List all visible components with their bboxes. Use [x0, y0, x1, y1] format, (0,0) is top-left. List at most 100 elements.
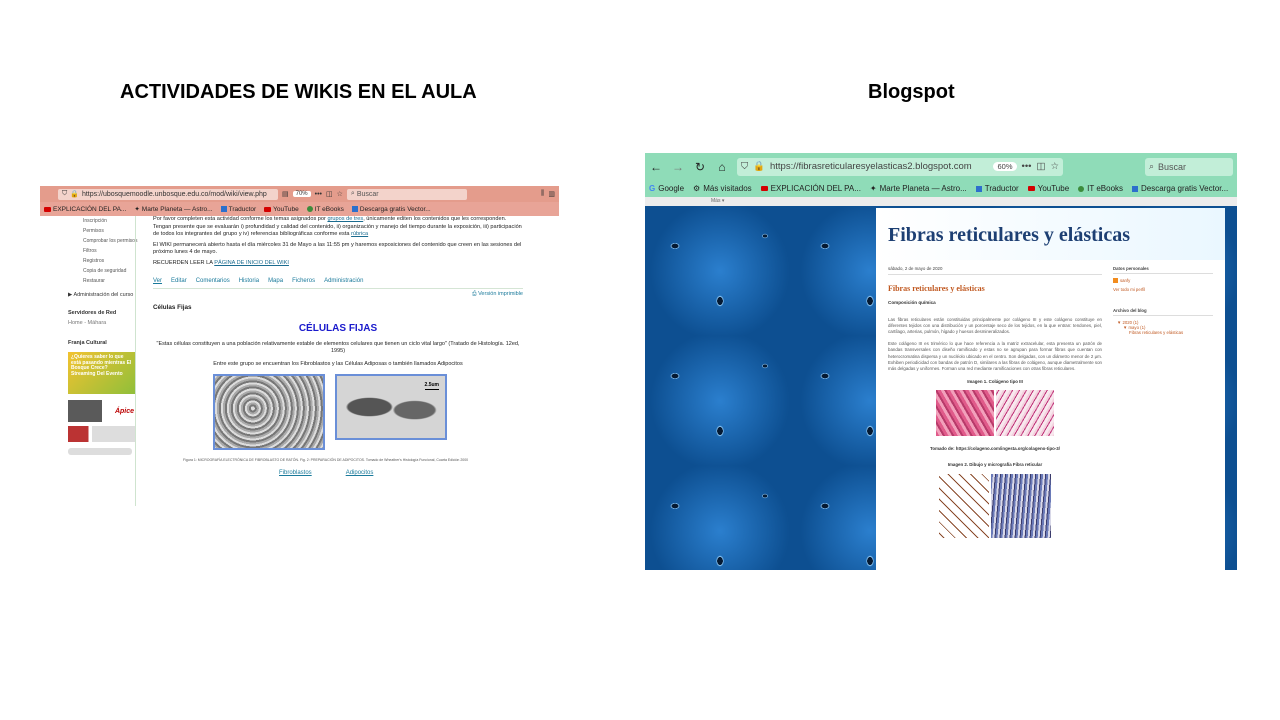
- bookmark[interactable]: ✦ Marte Planeta — Astro...: [134, 205, 213, 214]
- slide-title-right: Blogspot: [868, 81, 955, 103]
- rubric-link[interactable]: rúbrica: [351, 231, 368, 237]
- horizontal-scrollbar[interactable]: [68, 448, 132, 455]
- fibroblastos-link[interactable]: Fibroblastos: [279, 469, 312, 477]
- bookmark-star-icon[interactable]: ☆: [1050, 161, 1059, 172]
- groups-link[interactable]: grupos de tres: [327, 216, 363, 222]
- more-icon[interactable]: •••: [1022, 161, 1032, 172]
- shield-icon: ⛉: [62, 190, 68, 197]
- reload-icon[interactable]: ↻: [693, 160, 707, 174]
- translate-icon: [975, 185, 982, 192]
- bookmark[interactable]: Traductor: [220, 206, 256, 213]
- apice-banner[interactable]: Ápice: [68, 400, 136, 422]
- search-icon: ⌕: [1149, 161, 1155, 171]
- translate-icon: [220, 206, 227, 212]
- library-icon[interactable]: ⫼: [541, 190, 544, 198]
- blog-header: Fibras reticulares y elásticas: [876, 208, 1225, 260]
- address-bar[interactable]: ⛉ 🔒 https://fibrasreticularesyelasticas2…: [737, 157, 1063, 176]
- wiki-main: Por favor completen esta actividad confo…: [153, 216, 523, 477]
- page-content: Inscripción Permisos Comprobar los permi…: [40, 216, 559, 506]
- sidebar-admin-link[interactable]: ▶ Administración del curso: [68, 292, 138, 298]
- tab-comentarios[interactable]: Comentarios: [196, 277, 230, 285]
- bookmark-label: YouTube: [1037, 184, 1070, 193]
- more-icon[interactable]: •••: [315, 191, 322, 198]
- bookmark[interactable]: Descarga gratis Vector...: [1132, 184, 1228, 193]
- blog-post: sábado, 2 de mayo de 2020 Fibras reticul…: [888, 266, 1102, 538]
- search-placeholder: Buscar: [1158, 161, 1187, 172]
- pocket-icon[interactable]: ◫: [326, 190, 333, 198]
- lock-icon: 🔒: [753, 161, 765, 172]
- bookmark[interactable]: ✦ Marte Planeta — Astro...: [870, 184, 967, 193]
- gear-icon: ⚙: [693, 184, 701, 193]
- event-banner[interactable]: [68, 426, 136, 442]
- profile-link[interactable]: Ver todo mi perfil: [1113, 287, 1213, 292]
- pocket-icon[interactable]: ◫: [1036, 161, 1045, 172]
- bookmark[interactable]: EXPLICACIÓN DEL PA...: [760, 184, 861, 193]
- address-bar[interactable]: ⛉ 🔒 https://ubosquemoodle.unbosque.edu.c…: [58, 188, 278, 200]
- bookmark[interactable]: G Google: [649, 184, 684, 193]
- bookmark[interactable]: IT eBooks: [306, 205, 344, 213]
- search-box[interactable]: ⌕ Buscar: [346, 188, 467, 200]
- tab-mapa[interactable]: Mapa: [268, 277, 283, 285]
- post-date: sábado, 2 de mayo de 2020: [888, 266, 1102, 276]
- bookmark-label: Descarga gratis Vector...: [359, 205, 431, 213]
- search-icon: ⌕: [350, 190, 355, 197]
- blog-title[interactable]: Fibras reticulares y elásticas: [888, 224, 1213, 247]
- sidebar-icon[interactable]: ▥: [548, 190, 555, 198]
- forward-arrow-icon[interactable]: →: [671, 160, 685, 174]
- bookmark[interactable]: EXPLICACIÓN DEL PA...: [44, 206, 126, 213]
- blog-sidebar: Datos personales sanfy Ver todo mi perfi…: [1113, 266, 1213, 351]
- bookmark[interactable]: Descarga gratis Vector...: [351, 205, 431, 213]
- bookmark-star-icon[interactable]: ☆: [337, 190, 343, 198]
- instructions-paragraph: Por favor completen esta actividad confo…: [153, 216, 523, 239]
- search-box[interactable]: ⌕ Buscar: [1145, 157, 1233, 176]
- reader-icon[interactable]: ▤: [282, 190, 289, 198]
- bookmark[interactable]: YouTube: [1027, 184, 1070, 193]
- back-arrow-icon[interactable]: ←: [649, 160, 663, 174]
- archive-post-link[interactable]: Fibras reticulares y elásticas: [1129, 330, 1213, 335]
- adipocitos-link[interactable]: Adipocitos: [346, 469, 374, 477]
- sidebar-item[interactable]: Restaurar: [68, 276, 138, 286]
- wiki-home-link[interactable]: PÁGINA DE INICIO DEL WIKI: [214, 260, 289, 266]
- sidebar-item[interactable]: Filtros: [68, 246, 138, 256]
- post-title[interactable]: Fibras reticulares y elásticas: [888, 283, 1102, 295]
- tab-administracion[interactable]: Administración: [324, 277, 363, 285]
- bookmark[interactable]: ⚙ Más visitados: [693, 184, 752, 193]
- blogspot-screenshot: ← → ↻ ⌂ ⛉ 🔒 https://fibrasreticularesyel…: [645, 153, 1237, 570]
- post-paragraph: Las fibras reticulares están constituida…: [888, 316, 1102, 335]
- post-paragraph: Este colágeno III es trimérico lo que ha…: [888, 340, 1102, 372]
- post-subtitle: Composición química: [888, 299, 936, 305]
- sidebar-item[interactable]: Copia de seguridad: [68, 266, 138, 276]
- scale-bar-label: 2.5um: [424, 382, 439, 390]
- intro-text: Entre este grupo se encuentran los Fibro…: [213, 360, 463, 367]
- tab-ficheros[interactable]: Ficheros: [292, 277, 315, 285]
- print-version-link[interactable]: ⎙ Versión imprimible: [153, 291, 523, 298]
- tab-historia[interactable]: Historia: [239, 277, 259, 285]
- sidebar-item[interactable]: Comprobar los permisos: [68, 236, 138, 246]
- bookmarks-bar: EXPLICACIÓN DEL PA... ✦ Marte Planeta — A…: [40, 202, 559, 216]
- streaming-banner[interactable]: ¿Quieres saber lo que está pasando mient…: [68, 352, 136, 394]
- bookmark[interactable]: YouTube: [264, 206, 299, 213]
- blogger-navbar[interactable]: Más ▾: [645, 197, 1237, 206]
- search-placeholder: Buscar: [356, 190, 379, 198]
- reticular-fiber-drawing: [939, 473, 989, 538]
- vector-icon: [1132, 185, 1139, 192]
- sidebar-item[interactable]: Inscripción: [68, 216, 138, 226]
- bookmark-label: Marte Planeta — Astro...: [141, 205, 213, 213]
- figure-caption: Figura 1: MICROGRAFÍA ELECTRÓNICA DE FIB…: [183, 458, 469, 463]
- sidebar-item[interactable]: Registros: [68, 256, 138, 266]
- sidebar-item[interactable]: Permisos: [68, 226, 138, 236]
- bookmark[interactable]: IT eBooks: [1078, 184, 1123, 193]
- tab-editar[interactable]: Editar: [171, 277, 187, 285]
- bookmark[interactable]: Traductor: [975, 184, 1019, 193]
- moodle-sidebar: Inscripción Permisos Comprobar los permi…: [68, 216, 138, 506]
- page-heading: CÉLULAS FIJAS: [298, 323, 378, 335]
- bookmark-label: Marte Planeta — Astro...: [879, 184, 967, 193]
- print-label: Versión imprimible: [478, 291, 523, 298]
- bookmark-label: IT eBooks: [314, 205, 344, 213]
- zoom-level[interactable]: 70%: [292, 191, 311, 197]
- author-link[interactable]: sanfy: [1120, 278, 1130, 283]
- tab-ver[interactable]: Ver: [153, 277, 162, 285]
- home-icon[interactable]: ⌂: [715, 160, 729, 174]
- servers-item[interactable]: Home - Máhara: [68, 318, 138, 328]
- zoom-level[interactable]: 60%: [993, 162, 1017, 171]
